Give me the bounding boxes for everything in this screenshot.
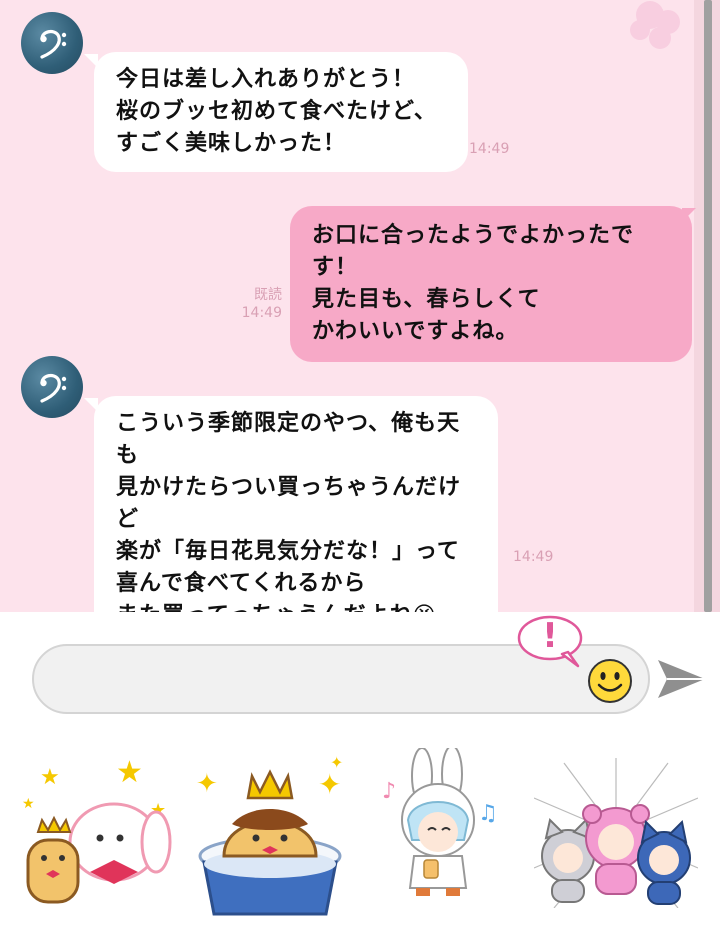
svg-text:✦: ✦ (330, 753, 343, 772)
svg-text:★: ★ (22, 796, 35, 812)
send-button[interactable] (655, 657, 707, 701)
smiley-icon (588, 659, 632, 703)
bunny-hood-boy-sticker[interactable]: ♪ ♫ (382, 745, 502, 902)
message-timestamp: 14:49 (241, 305, 282, 321)
bass-clef-icon (40, 29, 67, 59)
svg-text:★: ★ (40, 765, 60, 790)
sakura-decoration-icon (630, 1, 680, 49)
bass-clef-icon (40, 373, 67, 403)
svg-text:★: ★ (116, 760, 143, 790)
svg-text:♪: ♪ (382, 779, 396, 804)
scrollbar-thumb[interactable] (704, 0, 712, 612)
incoming-message: 今日は差し入れありがとう！ 桜のブッセ初めて食べたけど、 すごく美味しかった！ (94, 52, 468, 172)
contact-avatar[interactable] (21, 356, 83, 418)
incoming-message: こういう季節限定のやつ、俺も天も 見かけたらつい買っちゃうんだけど 楽が「毎日花… (94, 396, 498, 612)
svg-text:✦: ✦ (196, 769, 218, 799)
send-arrow-icon (658, 660, 705, 698)
emoji-button[interactable] (587, 658, 633, 704)
crowned-pudding-sticker[interactable]: ✦ ✦ ✦ (190, 746, 350, 920)
svg-text:✦: ✦ (318, 768, 341, 801)
chat-area: 今日は差し入れありがとう！ 桜のブッセ初めて食べたけど、 すごく美味しかった！ … (0, 0, 720, 612)
animal-costume-trio-sticker[interactable] (533, 758, 699, 912)
outgoing-message: お口に合ったようでよかったです！ 見た目も、春らしくて かわいいですよね。 (290, 206, 692, 362)
exclamation-icon: ! (542, 616, 558, 656)
bear-and-bunny-sticker[interactable]: ★ ★ ★ ★ (18, 755, 174, 914)
svg-text:♫: ♫ (478, 801, 498, 826)
contact-avatar[interactable] (21, 12, 83, 74)
message-timestamp: 14:49 (469, 141, 510, 157)
alert-bubble[interactable]: ! (516, 614, 584, 668)
read-receipt: 既読 14:49 (234, 286, 282, 322)
read-label: 既読 (254, 287, 282, 303)
sticker-panel: ★ ★ ★ ★ ✦ ✦ ✦ ♪ ♫ (0, 732, 720, 948)
message-timestamp: 14:49 (513, 549, 554, 565)
